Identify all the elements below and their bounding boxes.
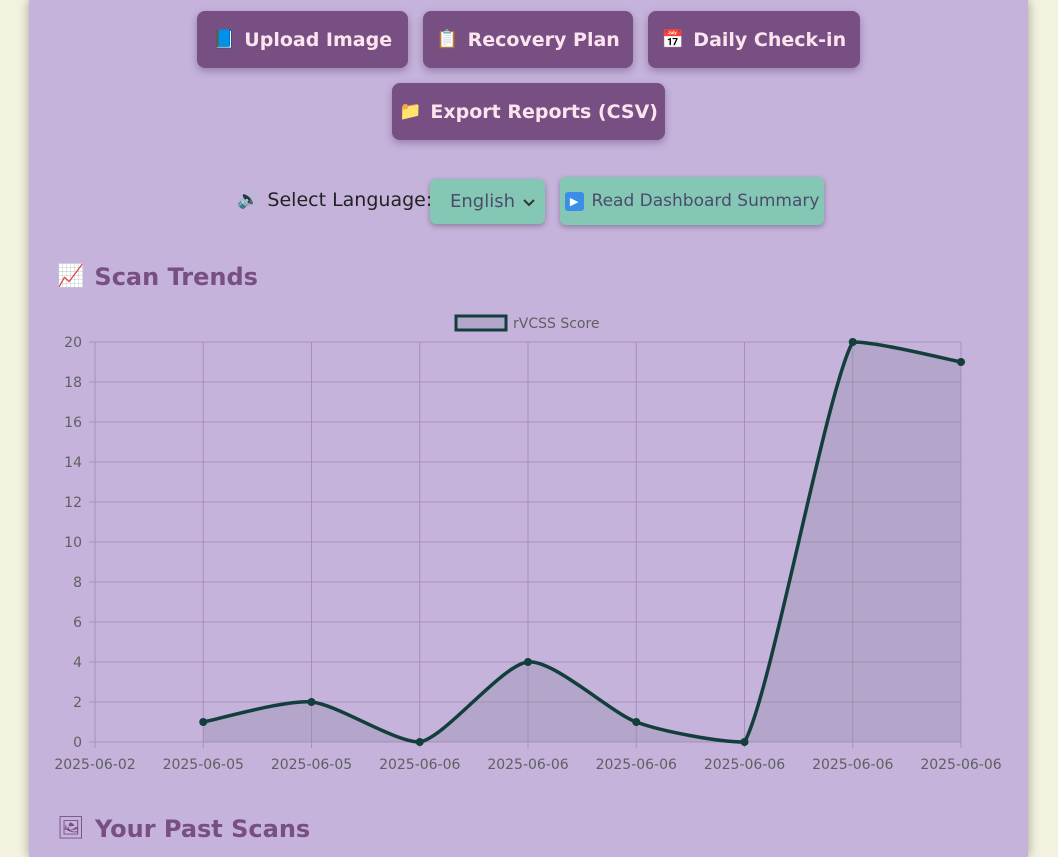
chevron-down-icon — [523, 191, 535, 212]
export-reports-button[interactable]: 📁 Export Reports (CSV) — [392, 83, 665, 140]
y-tick-label: 14 — [64, 455, 82, 471]
data-point — [740, 738, 749, 746]
daily-checkin-button[interactable]: 📅 Daily Check-in — [648, 11, 860, 68]
picture-icon: 🖼 — [57, 816, 85, 841]
data-point — [957, 358, 965, 366]
recovery-plan-label: Recovery Plan — [467, 28, 620, 51]
language-select[interactable]: English — [430, 179, 545, 224]
x-tick-label: 2025-06-05 — [163, 757, 244, 773]
scan-trends-title: Scan Trends — [94, 263, 258, 291]
y-tick-label: 20 — [64, 335, 82, 351]
data-point — [848, 338, 857, 346]
play-icon: ▶ — [564, 191, 584, 211]
export-reports-label: Export Reports (CSV) — [430, 100, 658, 123]
calendar-icon: 📅 — [661, 28, 685, 50]
recovery-plan-button[interactable]: 📋 Recovery Plan — [423, 11, 633, 68]
x-tick-label: 2025-06-06 — [704, 757, 785, 773]
y-tick-label: 0 — [73, 735, 82, 751]
y-tick-label: 2 — [73, 695, 82, 711]
x-tick-label: 2025-06-02 — [54, 757, 135, 773]
scan-trends-chart: 0 2 4 6 8 10 12 14 16 18 20 2025-06-02 2025-06-05 202… — [54, 314, 1002, 773]
data-point — [199, 718, 208, 726]
upload-image-button[interactable]: 📘 Upload Image — [197, 11, 408, 68]
x-tick-label: 2025-06-06 — [920, 757, 1001, 773]
folder-icon: 📁 — [399, 100, 422, 122]
y-tick-label: 18 — [64, 375, 82, 391]
upload-image-label: Upload Image — [244, 28, 393, 51]
data-point — [415, 738, 424, 746]
past-scans-title: Your Past Scans — [94, 815, 311, 843]
x-tick-label: 2025-06-06 — [487, 757, 568, 773]
y-tick-label: 10 — [64, 535, 82, 551]
legend-label: rVCSS Score — [513, 316, 600, 332]
y-tick-label: 12 — [64, 495, 82, 511]
read-dashboard-summary-label: Read Dashboard Summary — [591, 191, 820, 211]
language-selected-value: English — [450, 191, 515, 212]
language-label-text: Select Language: — [267, 189, 433, 211]
x-tick-label: 2025-06-06 — [812, 757, 893, 773]
dashboard-panel: 📘 Upload Image 📋 Recovery Plan 📅 Daily C… — [29, 0, 1028, 857]
language-label: 🔊 Select Language: — [237, 189, 432, 211]
y-tick-label: 8 — [73, 575, 82, 591]
x-tick-label: 2025-06-06 — [596, 757, 677, 773]
y-tick-label: 16 — [64, 415, 82, 431]
x-tick-label: 2025-06-06 — [379, 757, 460, 773]
past-scans-heading: 🖼 Your Past Scans — [57, 815, 310, 843]
chart-increasing-icon: 📈 — [57, 264, 85, 289]
clipboard-icon: 📋 — [436, 28, 459, 50]
data-point — [632, 718, 641, 726]
daily-checkin-label: Daily Check-in — [693, 28, 847, 51]
y-tick-label: 4 — [73, 655, 82, 671]
scan-trends-heading: 📈 Scan Trends — [57, 263, 258, 291]
data-point — [524, 658, 532, 666]
x-tick-label: 2025-06-05 — [271, 757, 352, 773]
speaker-icon: 🔊 — [237, 189, 260, 210]
data-point — [307, 698, 316, 706]
read-dashboard-summary-button[interactable]: ▶ Read Dashboard Summary — [560, 177, 824, 225]
book-icon: 📘 — [212, 28, 236, 50]
y-tick-label: 6 — [73, 615, 82, 631]
legend-swatch — [454, 314, 508, 332]
